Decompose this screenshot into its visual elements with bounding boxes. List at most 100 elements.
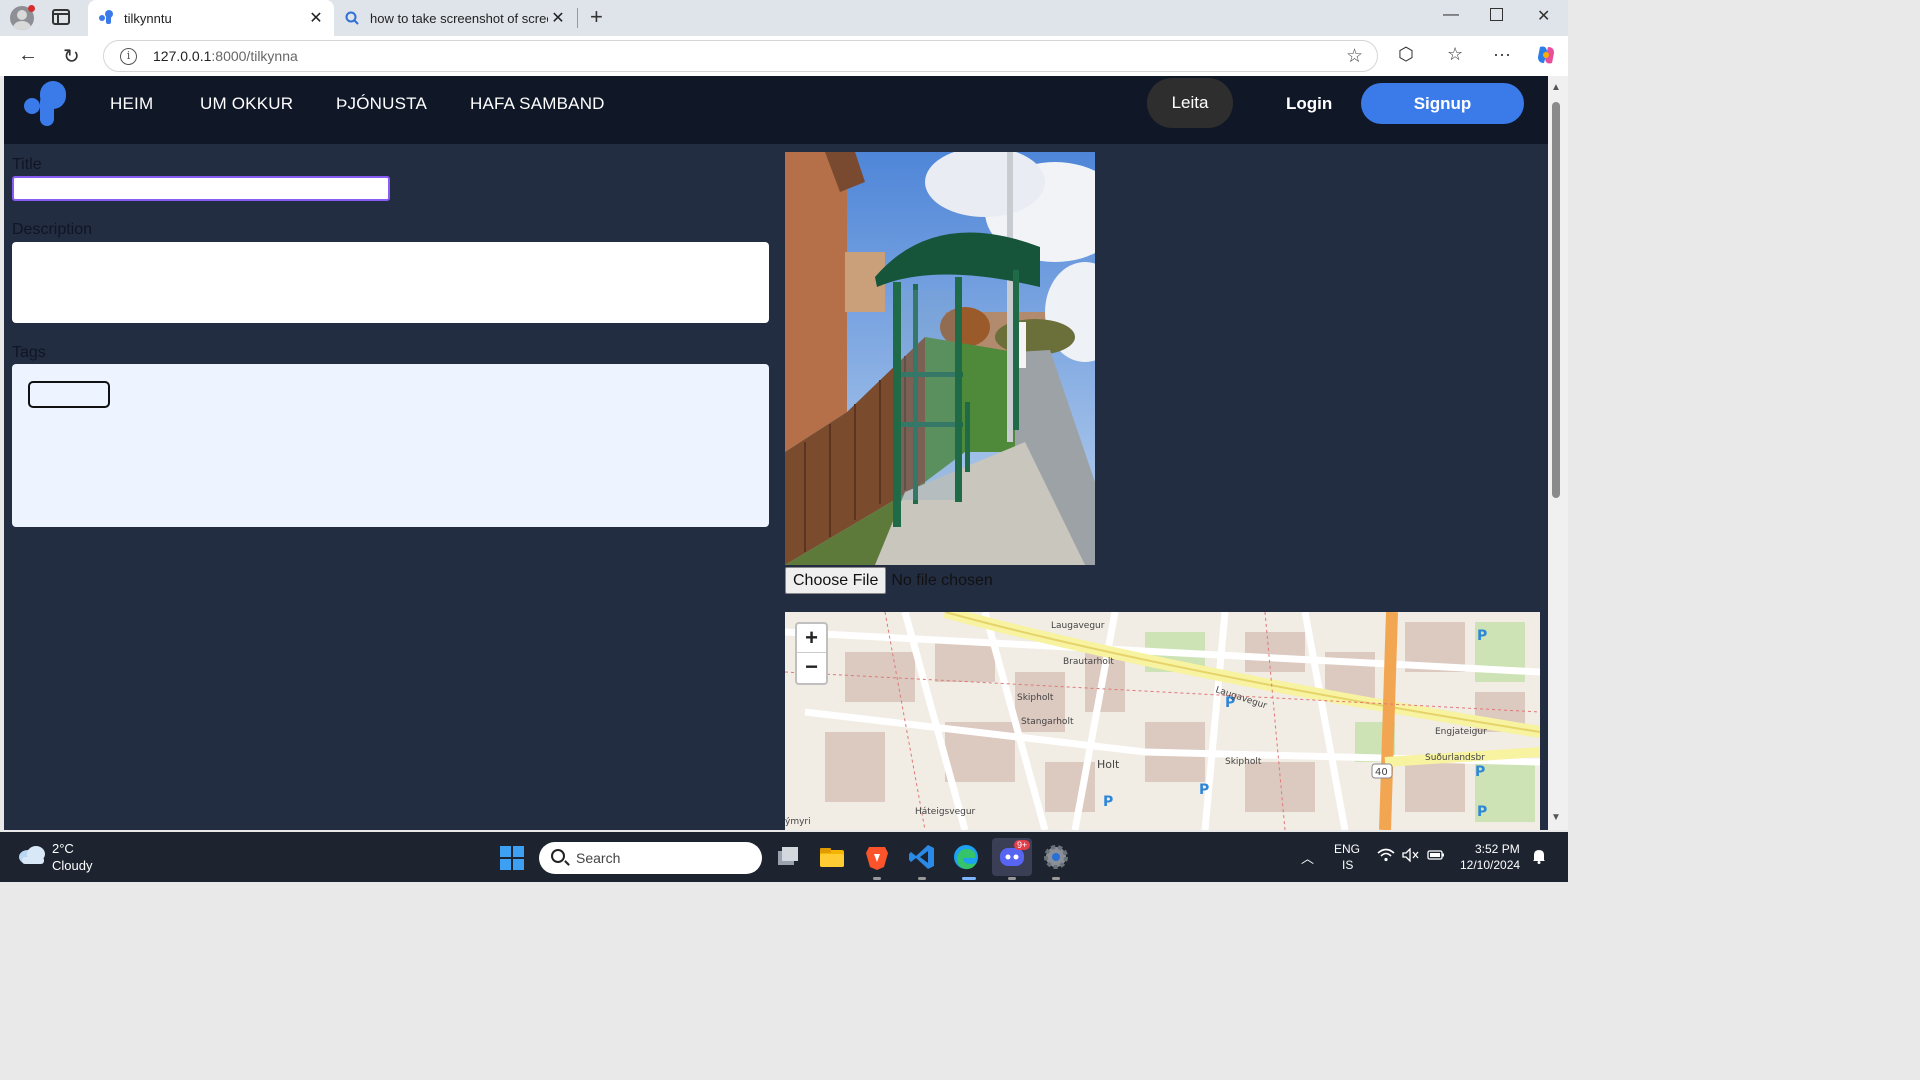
- more-menu-icon[interactable]: ···: [1493, 44, 1511, 65]
- new-tab-icon[interactable]: +: [590, 4, 603, 30]
- login-link[interactable]: Login: [1286, 94, 1332, 114]
- copilot-icon[interactable]: [1534, 43, 1558, 72]
- uploaded-photo-preview: [785, 152, 1095, 565]
- discord-icon[interactable]: 9+: [992, 838, 1032, 876]
- close-tab-icon[interactable]: ✕: [306, 8, 326, 28]
- site-favicon-icon: [98, 10, 114, 26]
- nav-link-thjonusta[interactable]: ÞJÓNUSTA: [336, 94, 427, 114]
- scroll-down-arrow-icon[interactable]: ▼: [1551, 812, 1561, 823]
- nav-link-hafa-samband[interactable]: HAFA SAMBAND: [470, 94, 605, 114]
- svg-text:Engjateigur: Engjateigur: [1435, 727, 1487, 737]
- speaker-muted-icon[interactable]: [1402, 847, 1420, 865]
- svg-text:P: P: [1477, 628, 1487, 644]
- no-file-chosen-text: No file chosen: [891, 571, 993, 589]
- favorites-icon[interactable]: ☆: [1447, 44, 1463, 65]
- site-info-icon[interactable]: i: [120, 48, 137, 65]
- description-input[interactable]: [12, 242, 769, 323]
- running-indicator: [1008, 877, 1016, 880]
- tag-input[interactable]: [28, 381, 110, 408]
- taskbar-search[interactable]: Search: [539, 842, 762, 874]
- keyboard-layout[interactable]: IS: [1342, 858, 1353, 872]
- signup-button[interactable]: Signup: [1361, 83, 1524, 124]
- page-viewport: HEIM UM OKKUR ÞJÓNUSTA HAFA SAMBAND Leit…: [4, 76, 1548, 830]
- tags-label: Tags: [12, 344, 46, 361]
- zoom-out-button[interactable]: −: [797, 653, 826, 682]
- windows-start-icon[interactable]: [500, 846, 524, 870]
- svg-text:Brautarholt: Brautarholt: [1063, 657, 1114, 667]
- browser-toolbar: ← ↻ i 127.0.0.1:8000/tilkynna ☆ ⬡ ☆ ···: [0, 36, 1568, 76]
- page-scrollbar[interactable]: ▲ ▼: [1548, 76, 1568, 830]
- wifi-icon[interactable]: [1377, 848, 1395, 865]
- running-indicator: [873, 877, 881, 880]
- scroll-up-arrow-icon[interactable]: ▲: [1551, 82, 1561, 93]
- map-zoom-control: + −: [795, 622, 828, 685]
- svg-text:P: P: [1103, 794, 1113, 810]
- svg-text:Holt: Holt: [1097, 758, 1120, 771]
- svg-text:Stangarholt: Stangarholt: [1021, 717, 1074, 727]
- file-explorer-icon[interactable]: [817, 842, 847, 872]
- close-tab-icon[interactable]: ✕: [548, 8, 568, 28]
- svg-text:Háteigsvegur: Háteigsvegur: [915, 807, 976, 817]
- nav-link-um-okkur[interactable]: UM OKKUR: [200, 94, 293, 114]
- description-label: Description: [12, 221, 93, 238]
- clock-date[interactable]: 12/10/2024: [1460, 858, 1520, 872]
- minimize-icon[interactable]: —: [1443, 6, 1459, 24]
- battery-icon[interactable]: [1427, 848, 1445, 864]
- settings-gear-icon[interactable]: [1041, 842, 1071, 872]
- tab-tilkynntu[interactable]: tilkynntu ✕: [88, 0, 334, 36]
- title-label: Title: [12, 156, 42, 173]
- scrollbar-thumb[interactable]: [1552, 102, 1560, 498]
- back-arrow-icon[interactable]: ←: [18, 44, 38, 67]
- browser-tab-bar: tilkynntu ✕ how to take screenshot of sc…: [0, 0, 1568, 36]
- site-logo[interactable]: [22, 80, 70, 128]
- notification-dot: [28, 5, 35, 12]
- search-favicon-icon: [344, 10, 360, 26]
- taskbar-search-text: Search: [576, 850, 621, 866]
- task-view-icon[interactable]: [773, 842, 803, 872]
- clock-time[interactable]: 3:52 PM: [1475, 842, 1520, 856]
- svg-text:P: P: [1475, 764, 1485, 780]
- file-upload-row: Choose File No file chosen: [785, 567, 993, 594]
- active-indicator: [962, 877, 976, 880]
- search-icon: [551, 849, 565, 863]
- tab-separator: [577, 8, 578, 28]
- title-input[interactable]: [12, 176, 390, 201]
- zoom-in-button[interactable]: +: [797, 624, 826, 653]
- address-bar[interactable]: i 127.0.0.1:8000/tilkynna ☆: [103, 40, 1378, 72]
- running-indicator: [1052, 877, 1060, 880]
- edge-browser-icon[interactable]: [951, 842, 981, 872]
- reload-icon[interactable]: ↻: [63, 44, 80, 69]
- windows-taskbar: 2°C Cloudy Search 9+ ︿ ENG IS 3:52 PM 12…: [0, 832, 1568, 882]
- nav-link-heim[interactable]: HEIM: [110, 94, 153, 114]
- svg-text:Suðurlandsbr: Suðurlandsbr: [1425, 753, 1485, 763]
- cloud-weather-icon[interactable]: [18, 844, 46, 864]
- notification-bell-icon[interactable]: [1532, 848, 1546, 867]
- svg-text:40: 40: [1375, 767, 1388, 778]
- chevron-up-icon[interactable]: ︿: [1301, 848, 1314, 867]
- restore-icon[interactable]: [1490, 8, 1503, 21]
- tab-title: tilkynntu: [124, 10, 172, 26]
- tab-search-results[interactable]: how to take screenshot of screen ✕: [334, 0, 576, 36]
- close-window-icon[interactable]: ✕: [1537, 6, 1550, 26]
- search-button[interactable]: Leita: [1147, 78, 1233, 128]
- weather-temperature: 2°C: [52, 841, 74, 856]
- svg-text:Laugavegur: Laugavegur: [1051, 621, 1105, 631]
- svg-text:ýmyri: ýmyri: [785, 817, 811, 827]
- brave-browser-icon[interactable]: [862, 842, 892, 872]
- tab-actions-icon[interactable]: [52, 9, 70, 25]
- running-indicator: [918, 877, 926, 880]
- vscode-icon[interactable]: [907, 842, 937, 872]
- discord-badge: 9+: [1014, 840, 1031, 850]
- site-header: HEIM UM OKKUR ÞJÓNUSTA HAFA SAMBAND Leit…: [4, 76, 1548, 144]
- location-map[interactable]: PPP PPP 40 Laugavegur Laugavegur Brautar…: [785, 612, 1540, 830]
- svg-text:Skipholt: Skipholt: [1225, 757, 1262, 767]
- url-text: 127.0.0.1:8000/tilkynna: [153, 48, 298, 64]
- language-indicator[interactable]: ENG: [1334, 842, 1360, 856]
- weather-description: Cloudy: [52, 858, 93, 873]
- svg-text:P: P: [1477, 804, 1487, 820]
- choose-file-button[interactable]: Choose File: [785, 567, 887, 594]
- extensions-icon[interactable]: ⬡: [1398, 44, 1414, 65]
- svg-text:Skipholt: Skipholt: [1017, 693, 1054, 703]
- favorite-star-icon[interactable]: ☆: [1346, 45, 1363, 68]
- tags-container[interactable]: [12, 364, 769, 527]
